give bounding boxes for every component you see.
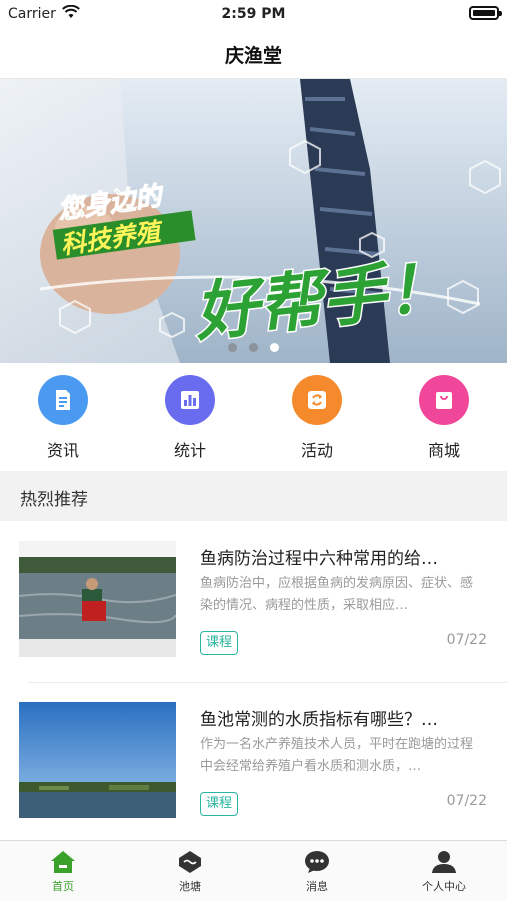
activity-icon-circle: [292, 375, 342, 425]
page-title: 庆渔堂: [224, 45, 282, 67]
article-summary: 鱼病防治中，应根据鱼病的发病原因、症状、感染的情况、病程的性质，采取相应…: [200, 576, 474, 613]
news-icon-circle: [38, 375, 88, 425]
carousel-dot[interactable]: [249, 343, 258, 352]
quick-menu-label: 活动: [300, 441, 333, 460]
document-icon: [56, 390, 70, 410]
quick-menu-label: 资讯: [46, 441, 79, 460]
carousel-dot[interactable]: [228, 343, 237, 352]
refresh-icon: [308, 391, 326, 409]
battery-icon: [469, 6, 502, 20]
statistics-icon-circle: [165, 375, 215, 425]
pond-icon: [179, 851, 201, 873]
person-icon: [432, 851, 456, 873]
article-thumbnail: [19, 541, 176, 657]
message-icon: [305, 851, 329, 873]
quick-menu: 资讯 统计 活动 商城: [0, 363, 507, 470]
carousel-dot-active[interactable]: [270, 343, 279, 352]
quick-menu-label: 统计: [173, 441, 206, 460]
quick-menu-statistics[interactable]: 统计: [127, 375, 253, 465]
tab-label: 池塘: [179, 880, 201, 893]
status-time: 2:59 PM: [221, 6, 286, 22]
tab-profile[interactable]: 个人中心: [381, 841, 507, 901]
article-date: 07/22: [446, 793, 487, 809]
quick-menu-label: 商城: [427, 441, 460, 460]
tab-label: 消息: [306, 880, 328, 893]
tab-pond[interactable]: 池塘: [127, 841, 253, 901]
article-title: 鱼病防治过程中六种常用的给…: [200, 549, 438, 569]
carousel-page-indicator[interactable]: [0, 343, 507, 352]
recommend-section-header: 热烈推荐: [0, 471, 507, 521]
divider: [28, 682, 507, 683]
tab-home[interactable]: 首页: [0, 841, 126, 901]
bar-chart-icon: [181, 391, 199, 409]
article-date: 07/22: [446, 632, 487, 648]
tab-bar: 首页 池塘 消息 个人中心: [0, 840, 507, 901]
article-thumbnail: [19, 702, 176, 818]
article-title: 鱼池常测的水质指标有哪些？…: [200, 710, 438, 730]
quick-menu-mall[interactable]: 商城: [381, 375, 507, 465]
tab-label: 个人中心: [422, 880, 466, 893]
article-tag: 课程: [200, 631, 239, 655]
banner-image: 您身边的 科技养殖 好帮手！: [0, 79, 507, 363]
section-title: 热烈推荐: [20, 490, 88, 510]
status-bar: Carrier 2:59 PM: [0, 0, 507, 28]
navigation-bar: 庆渔堂: [0, 28, 507, 79]
quick-menu-news[interactable]: 资讯: [0, 375, 126, 465]
article-tag: 课程: [200, 792, 239, 816]
article-summary: 作为一名水产养殖技术人员，平时在跑塘的过程中会经常给养殖户看水质和测水质，…: [200, 737, 474, 774]
shopping-bag-icon: [436, 392, 452, 409]
banner-carousel[interactable]: 您身边的 科技养殖 好帮手！: [0, 79, 507, 363]
mall-icon-circle: [419, 375, 469, 425]
tab-label: 首页: [52, 880, 74, 893]
home-icon: [51, 851, 75, 873]
article-card[interactable]: 鱼池常测的水质指标有哪些？… 作为一名水产养殖技术人员，平时在跑塘的过程中会经常…: [0, 702, 507, 832]
tab-messages[interactable]: 消息: [254, 841, 380, 901]
quick-menu-activity[interactable]: 活动: [254, 375, 380, 465]
article-card[interactable]: 鱼病防治过程中六种常用的给… 鱼病防治中，应根据鱼病的发病原因、症状、感染的情况…: [0, 541, 507, 671]
